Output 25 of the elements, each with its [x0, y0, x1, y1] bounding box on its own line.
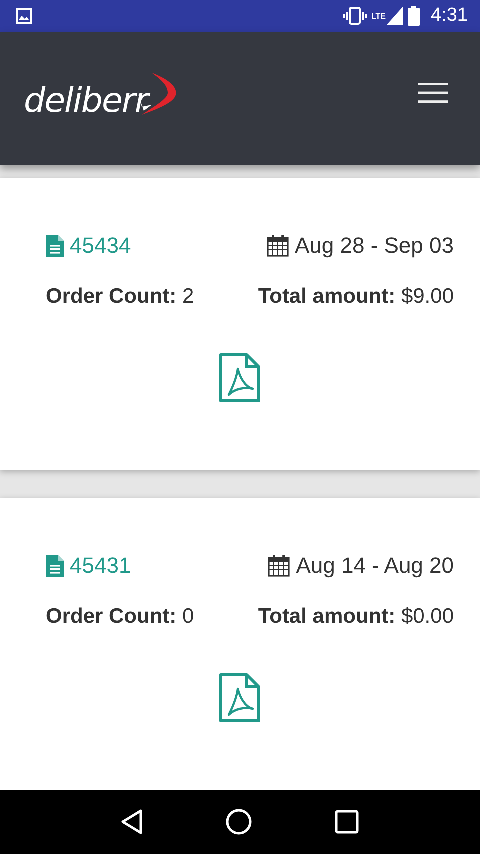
date-range: Aug 28 - Sep 03 [294, 233, 454, 259]
calendar-icon [266, 235, 289, 257]
image-icon [16, 8, 32, 24]
calendar-icon [268, 555, 290, 577]
order-count: Order Count: 0 [46, 605, 194, 629]
clock: 4:31 [431, 5, 468, 27]
invoice-link[interactable]: 45434 [70, 233, 132, 259]
network-type: LTE [372, 12, 386, 21]
recents-icon[interactable] [334, 810, 359, 834]
invoice-link[interactable]: 45431 [70, 553, 132, 579]
document-icon [46, 555, 64, 577]
document-icon [46, 235, 64, 257]
vibrate-icon [342, 7, 366, 25]
total-amount: Total amount: $0.00 [258, 605, 454, 629]
pdf-icon[interactable] [219, 353, 261, 403]
pdf-icon[interactable] [219, 673, 261, 723]
total-amount: Total amount: $9.00 [258, 285, 454, 309]
menu-button[interactable] [418, 82, 448, 102]
logo[interactable]: deliberr [24, 80, 148, 120]
home-icon[interactable] [226, 809, 252, 835]
back-icon[interactable] [121, 809, 144, 835]
order-count: Order Count: 2 [46, 285, 194, 309]
date-range: Aug 14 - Aug 20 [296, 553, 454, 579]
battery-icon [408, 6, 420, 26]
signal-icon [387, 7, 404, 25]
